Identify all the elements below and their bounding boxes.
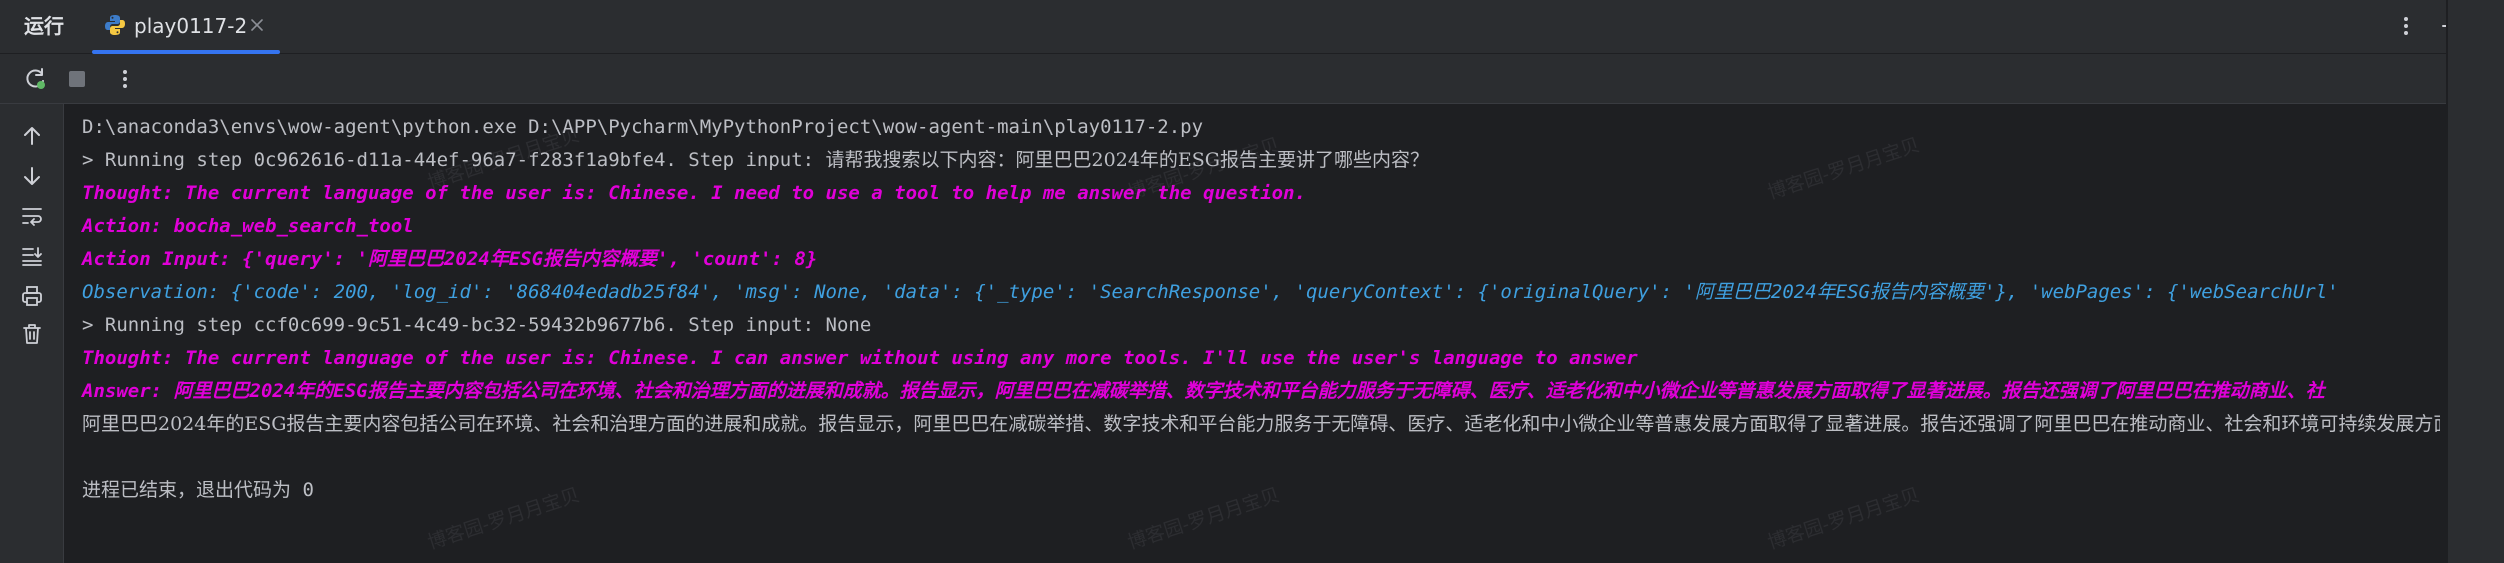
right-tool-stripe bbox=[2446, 0, 2504, 563]
console-line-observation: Observation: {'code': 200, 'log_id': '86… bbox=[82, 281, 2339, 303]
run-toolbar bbox=[0, 54, 2504, 104]
console-line-thought2: Thought: The current language of the use… bbox=[82, 347, 1638, 369]
console-side-toolbar bbox=[0, 104, 64, 563]
console-line-action: Action: bocha_web_search_tool bbox=[82, 215, 414, 237]
arrow-up-icon[interactable] bbox=[20, 124, 44, 148]
step-input-query: 请帮我搜索以下内容：阿里巴巴2024年的ESG报告主要讲了哪些内容？ bbox=[825, 149, 1429, 171]
console-line-step2: > Running step ccf0c699-9c51-4c49-bc32-5… bbox=[82, 314, 872, 336]
console-line-step1: > Running step 0c962616-d11a-44ef-96a7-f… bbox=[82, 145, 1429, 175]
console-line-action-input: Action Input: {'query': '阿里巴巴2024年ESG报告内… bbox=[82, 248, 818, 270]
stop-icon[interactable] bbox=[64, 66, 90, 92]
print-icon[interactable] bbox=[20, 284, 44, 308]
console-line-answer: Answer: 阿里巴巴2024年的ESG报告主要内容包括公司在环境、社会和治理… bbox=[82, 380, 2325, 402]
console-line-exit: 进程已结束，退出代码为 0 bbox=[82, 479, 314, 501]
vertical-dots-icon[interactable] bbox=[2394, 14, 2418, 38]
python-file-icon bbox=[105, 15, 125, 35]
console-output[interactable]: D:\anaconda3\envs\wow-agent\python.exe D… bbox=[64, 104, 2440, 563]
console-line-command: D:\anaconda3\envs\wow-agent\python.exe D… bbox=[82, 116, 1204, 138]
scroll-to-end-icon[interactable] bbox=[20, 244, 44, 268]
console-line-result: 阿里巴巴2024年的ESG报告主要内容包括公司在环境、社会和治理方面的进展和成就… bbox=[82, 413, 2440, 435]
close-icon[interactable] bbox=[248, 16, 266, 34]
watermark: 博客园-罗月月宝贝 bbox=[424, 483, 583, 554]
soft-wrap-icon[interactable] bbox=[20, 204, 44, 228]
tab-label: play0117-2 bbox=[134, 14, 248, 38]
tool-window-header: 运行 play0117-2 bbox=[0, 0, 2504, 54]
tab-play0117-2[interactable]: play0117-2 bbox=[92, 0, 280, 54]
watermark: 博客园-罗月月宝贝 bbox=[1764, 133, 1923, 204]
trash-icon[interactable] bbox=[20, 322, 44, 346]
rerun-icon[interactable] bbox=[22, 66, 48, 92]
run-tool-window-title: 运行 bbox=[24, 14, 64, 38]
watermark: 博客园-罗月月宝贝 bbox=[1764, 483, 1923, 554]
vertical-dots-icon[interactable] bbox=[112, 66, 138, 92]
watermark: 博客园-罗月月宝贝 bbox=[1124, 483, 1283, 554]
console-line-thought1: Thought: The current language of the use… bbox=[82, 182, 1306, 204]
step-header: > Running step 0c962616-d11a-44ef-96a7-f… bbox=[82, 149, 826, 171]
arrow-down-icon[interactable] bbox=[20, 164, 44, 188]
